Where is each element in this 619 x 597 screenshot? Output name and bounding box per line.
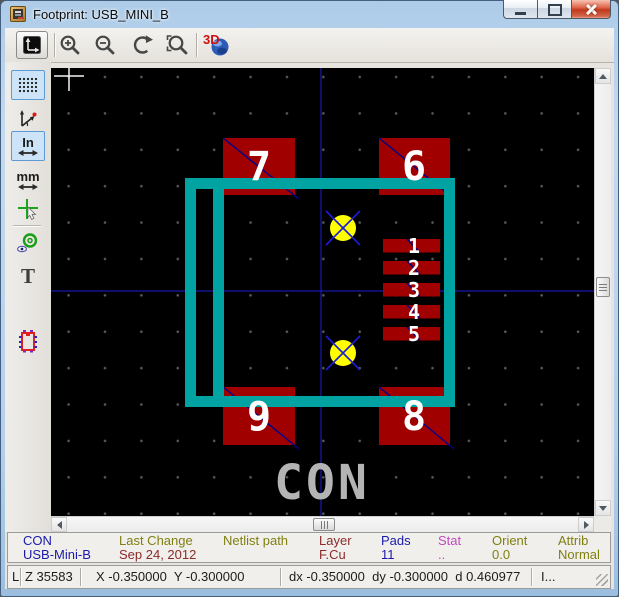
status-field-last-change: Last Change Sep 24, 2012 xyxy=(119,534,196,562)
zoom-in-button[interactable] xyxy=(58,33,82,57)
maximize-button[interactable] xyxy=(537,0,571,19)
3d-label: 3D xyxy=(203,32,220,47)
cursor-crosshair xyxy=(54,68,84,91)
polar-coords-button[interactable] xyxy=(11,107,45,131)
window-controls xyxy=(503,0,611,19)
right-arrow-icon xyxy=(584,521,589,529)
zoom-out-button[interactable] xyxy=(93,33,117,57)
statusbar-separator xyxy=(531,568,532,586)
status-field-netlist-path: Netlist path xyxy=(223,534,288,548)
grid-toggle-button[interactable] xyxy=(11,70,45,100)
pad-number-5: 5 xyxy=(408,322,420,346)
window-title: Footprint: USB_MINI_B xyxy=(33,7,169,22)
status-field-layer: Layer F.Cu xyxy=(319,534,352,562)
cursor-shape-button[interactable] xyxy=(11,198,45,220)
component-reference-label: CON xyxy=(274,455,370,511)
footprint-drawing: 7 6 1 2 3 4 5 9 8 CON xyxy=(51,68,594,516)
footprint-edges-button[interactable] xyxy=(11,329,45,353)
toolbar-separator xyxy=(54,33,55,57)
inches-label: In xyxy=(22,136,34,149)
statusbar-separator xyxy=(80,568,81,586)
grid-dots-icon xyxy=(17,75,39,95)
left-arrow-icon xyxy=(57,521,62,529)
status-field-pads: Pads 11 xyxy=(381,534,411,562)
pad-visibility-eye-icon xyxy=(16,232,40,254)
down-arrow-icon xyxy=(599,506,607,511)
client-area: 3D xyxy=(5,28,614,589)
minimize-icon xyxy=(515,12,526,15)
pad-number-4: 4 xyxy=(408,300,420,324)
toolbar-separator xyxy=(13,225,41,226)
mm-label: mm xyxy=(16,170,39,183)
app-icon xyxy=(10,6,26,22)
crosshair-cursor-icon xyxy=(17,198,39,220)
status-field-orient: Orient 0.0 xyxy=(492,534,527,562)
scroll-down-button[interactable] xyxy=(595,500,611,516)
footprint-viewer-window: Footprint: USB_MINI_B xyxy=(0,0,619,597)
text-sketch-button[interactable]: T xyxy=(11,265,45,287)
left-right-arrow-icon xyxy=(18,149,38,157)
pan-origin-icon xyxy=(22,35,42,55)
close-icon xyxy=(585,3,598,16)
scroll-right-button[interactable] xyxy=(578,517,594,532)
status-mode-cell: L xyxy=(12,569,19,584)
scroll-left-button[interactable] xyxy=(51,517,67,532)
horizontal-scrollbar[interactable] xyxy=(51,516,594,532)
pad-number-3: 3 xyxy=(408,278,420,302)
toolbar-separator xyxy=(196,33,197,57)
pad-number-9: 9 xyxy=(247,394,271,440)
axes xyxy=(51,68,594,516)
statusbar-separator xyxy=(20,568,21,586)
resize-grip[interactable] xyxy=(596,574,608,586)
3d-viewer-button[interactable]: 3D xyxy=(202,31,232,59)
up-arrow-icon xyxy=(599,74,607,79)
scroll-up-button[interactable] xyxy=(595,68,611,84)
units-cell: I... xyxy=(541,569,555,584)
status-field-stat: Stat .. xyxy=(438,534,461,562)
units-mm-button[interactable]: mm xyxy=(11,165,45,195)
vertical-scrollbar[interactable] xyxy=(594,68,611,516)
zoom-level-cell: Z 35583 xyxy=(25,569,73,584)
footprint-info-bar: CON USB-Mini-B Last Change Sep 24, 2012 … xyxy=(7,532,611,563)
polar-coords-icon xyxy=(18,109,38,129)
scrollbar-corner xyxy=(594,516,611,532)
coordinate-bar: L Z 35583 X -0.350000 Y -0.300000 dx -0.… xyxy=(7,565,611,589)
show-pads-button[interactable] xyxy=(11,232,45,254)
relative-position-cell: dx -0.350000 dy -0.300000 d 0.460977 xyxy=(289,569,520,584)
status-field-reference: CON USB-Mini-B xyxy=(23,534,91,562)
redraw-button[interactable] xyxy=(131,33,155,57)
close-button[interactable] xyxy=(571,0,611,19)
top-toolbar: 3D xyxy=(5,28,614,63)
cursor-position-cell: X -0.350000 Y -0.300000 xyxy=(96,569,244,584)
pad-number-8: 8 xyxy=(402,394,426,440)
pad-number-1: 1 xyxy=(408,234,420,258)
zoom-fit-button[interactable] xyxy=(165,33,189,57)
status-field-attrib: Attrib Normal xyxy=(558,534,600,562)
vertical-scroll-thumb[interactable] xyxy=(596,277,610,297)
pad-number-6: 6 xyxy=(402,144,426,190)
statusbar-separator xyxy=(280,568,281,586)
units-inches-button[interactable]: In xyxy=(11,131,45,161)
text-mode-label: T xyxy=(21,266,35,286)
minimize-button[interactable] xyxy=(503,0,537,19)
pad-number-2: 2 xyxy=(408,256,420,280)
horizontal-scroll-thumb[interactable] xyxy=(313,518,335,531)
maximize-icon xyxy=(548,4,562,16)
pan-origin-button[interactable] xyxy=(16,31,48,59)
footprint-canvas[interactable]: 7 6 1 2 3 4 5 9 8 CON xyxy=(51,68,594,516)
left-right-arrow-icon xyxy=(18,183,38,191)
left-toolbar: In mm xyxy=(5,62,51,532)
pad-number-7: 7 xyxy=(247,144,271,190)
footprint-outline-icon xyxy=(17,329,39,353)
